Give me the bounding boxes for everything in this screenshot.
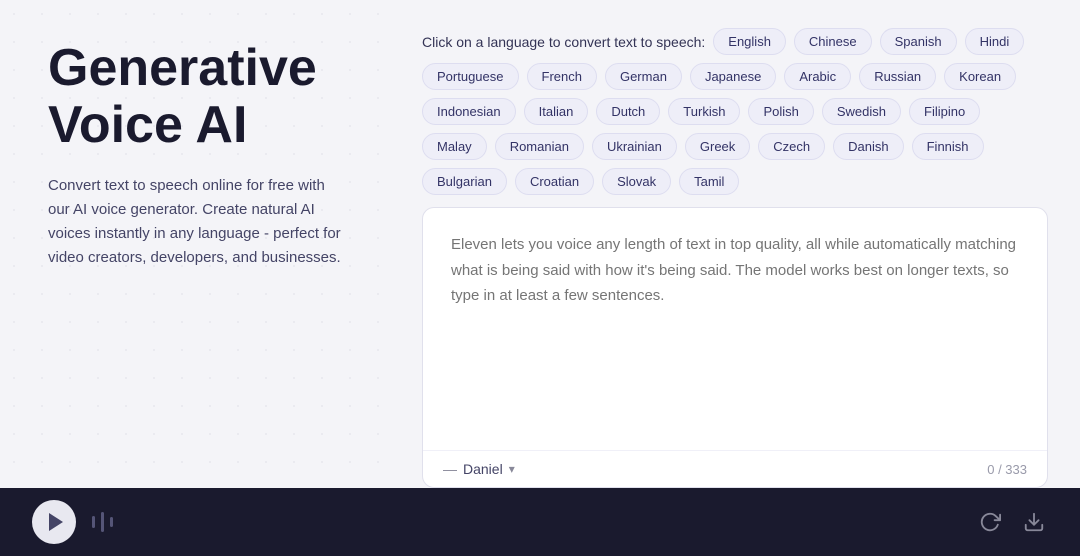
language-tag-russian[interactable]: Russian — [859, 63, 936, 90]
progress-area — [92, 512, 960, 532]
chevron-down-icon: ▾ — [509, 462, 515, 476]
language-tag-polish[interactable]: Polish — [748, 98, 813, 125]
language-tag-korean[interactable]: Korean — [944, 63, 1016, 90]
language-tag-turkish[interactable]: Turkish — [668, 98, 740, 125]
language-tag-malay[interactable]: Malay — [422, 133, 487, 160]
playback-bar — [0, 488, 1080, 556]
language-tag-tamil[interactable]: Tamil — [679, 168, 739, 195]
download-icon[interactable] — [1020, 508, 1048, 536]
text-input-container: — Daniel ▾ 0 / 333 — [422, 207, 1048, 488]
language-tag-spanish[interactable]: Spanish — [880, 28, 957, 55]
language-tag-danish[interactable]: Danish — [833, 133, 903, 160]
app-title: Generative Voice AI — [48, 40, 350, 154]
language-tag-italian[interactable]: Italian — [524, 98, 589, 125]
language-tag-slovak[interactable]: Slovak — [602, 168, 671, 195]
language-tag-indonesian[interactable]: Indonesian — [422, 98, 516, 125]
language-tag-croatian[interactable]: Croatian — [515, 168, 594, 195]
playback-icons — [976, 508, 1048, 536]
play-button[interactable] — [32, 500, 76, 544]
text-area-footer: — Daniel ▾ 0 / 333 — [423, 450, 1047, 487]
char-count: 0 / 333 — [987, 462, 1027, 477]
language-prompt: Click on a language to convert text to s… — [422, 34, 705, 50]
language-tag-greek[interactable]: Greek — [685, 133, 750, 160]
language-tag-french[interactable]: French — [527, 63, 597, 90]
language-tag-romanian[interactable]: Romanian — [495, 133, 584, 160]
language-tag-chinese[interactable]: Chinese — [794, 28, 872, 55]
refresh-icon[interactable] — [976, 508, 1004, 536]
app-description: Convert text to speech online for free w… — [48, 174, 350, 270]
language-tag-arabic[interactable]: Arabic — [784, 63, 851, 90]
right-panel: Click on a language to convert text to s… — [390, 0, 1080, 488]
left-panel: Generative Voice AI Convert text to spee… — [0, 0, 390, 488]
language-tag-dutch[interactable]: Dutch — [596, 98, 660, 125]
language-tag-portuguese[interactable]: Portuguese — [422, 63, 519, 90]
language-tag-swedish[interactable]: Swedish — [822, 98, 901, 125]
waveform-bar — [101, 512, 104, 532]
language-tag-hindi[interactable]: Hindi — [965, 28, 1025, 55]
language-tag-english[interactable]: English — [713, 28, 786, 55]
language-tag-japanese[interactable]: Japanese — [690, 63, 776, 90]
language-tag-ukrainian[interactable]: Ukrainian — [592, 133, 677, 160]
language-tag-finnish[interactable]: Finnish — [912, 133, 984, 160]
waveform-bar — [92, 516, 95, 528]
voice-dash: — — [443, 461, 457, 477]
language-header: Click on a language to convert text to s… — [422, 28, 1048, 195]
language-tag-german[interactable]: German — [605, 63, 682, 90]
waveform-bar — [110, 517, 113, 527]
language-tag-filipino[interactable]: Filipino — [909, 98, 980, 125]
language-tag-czech[interactable]: Czech — [758, 133, 825, 160]
language-tag-bulgarian[interactable]: Bulgarian — [422, 168, 507, 195]
text-input[interactable] — [423, 208, 1047, 450]
voice-selector[interactable]: — Daniel ▾ — [443, 461, 515, 477]
voice-name: Daniel — [463, 461, 503, 477]
play-icon — [49, 513, 63, 531]
